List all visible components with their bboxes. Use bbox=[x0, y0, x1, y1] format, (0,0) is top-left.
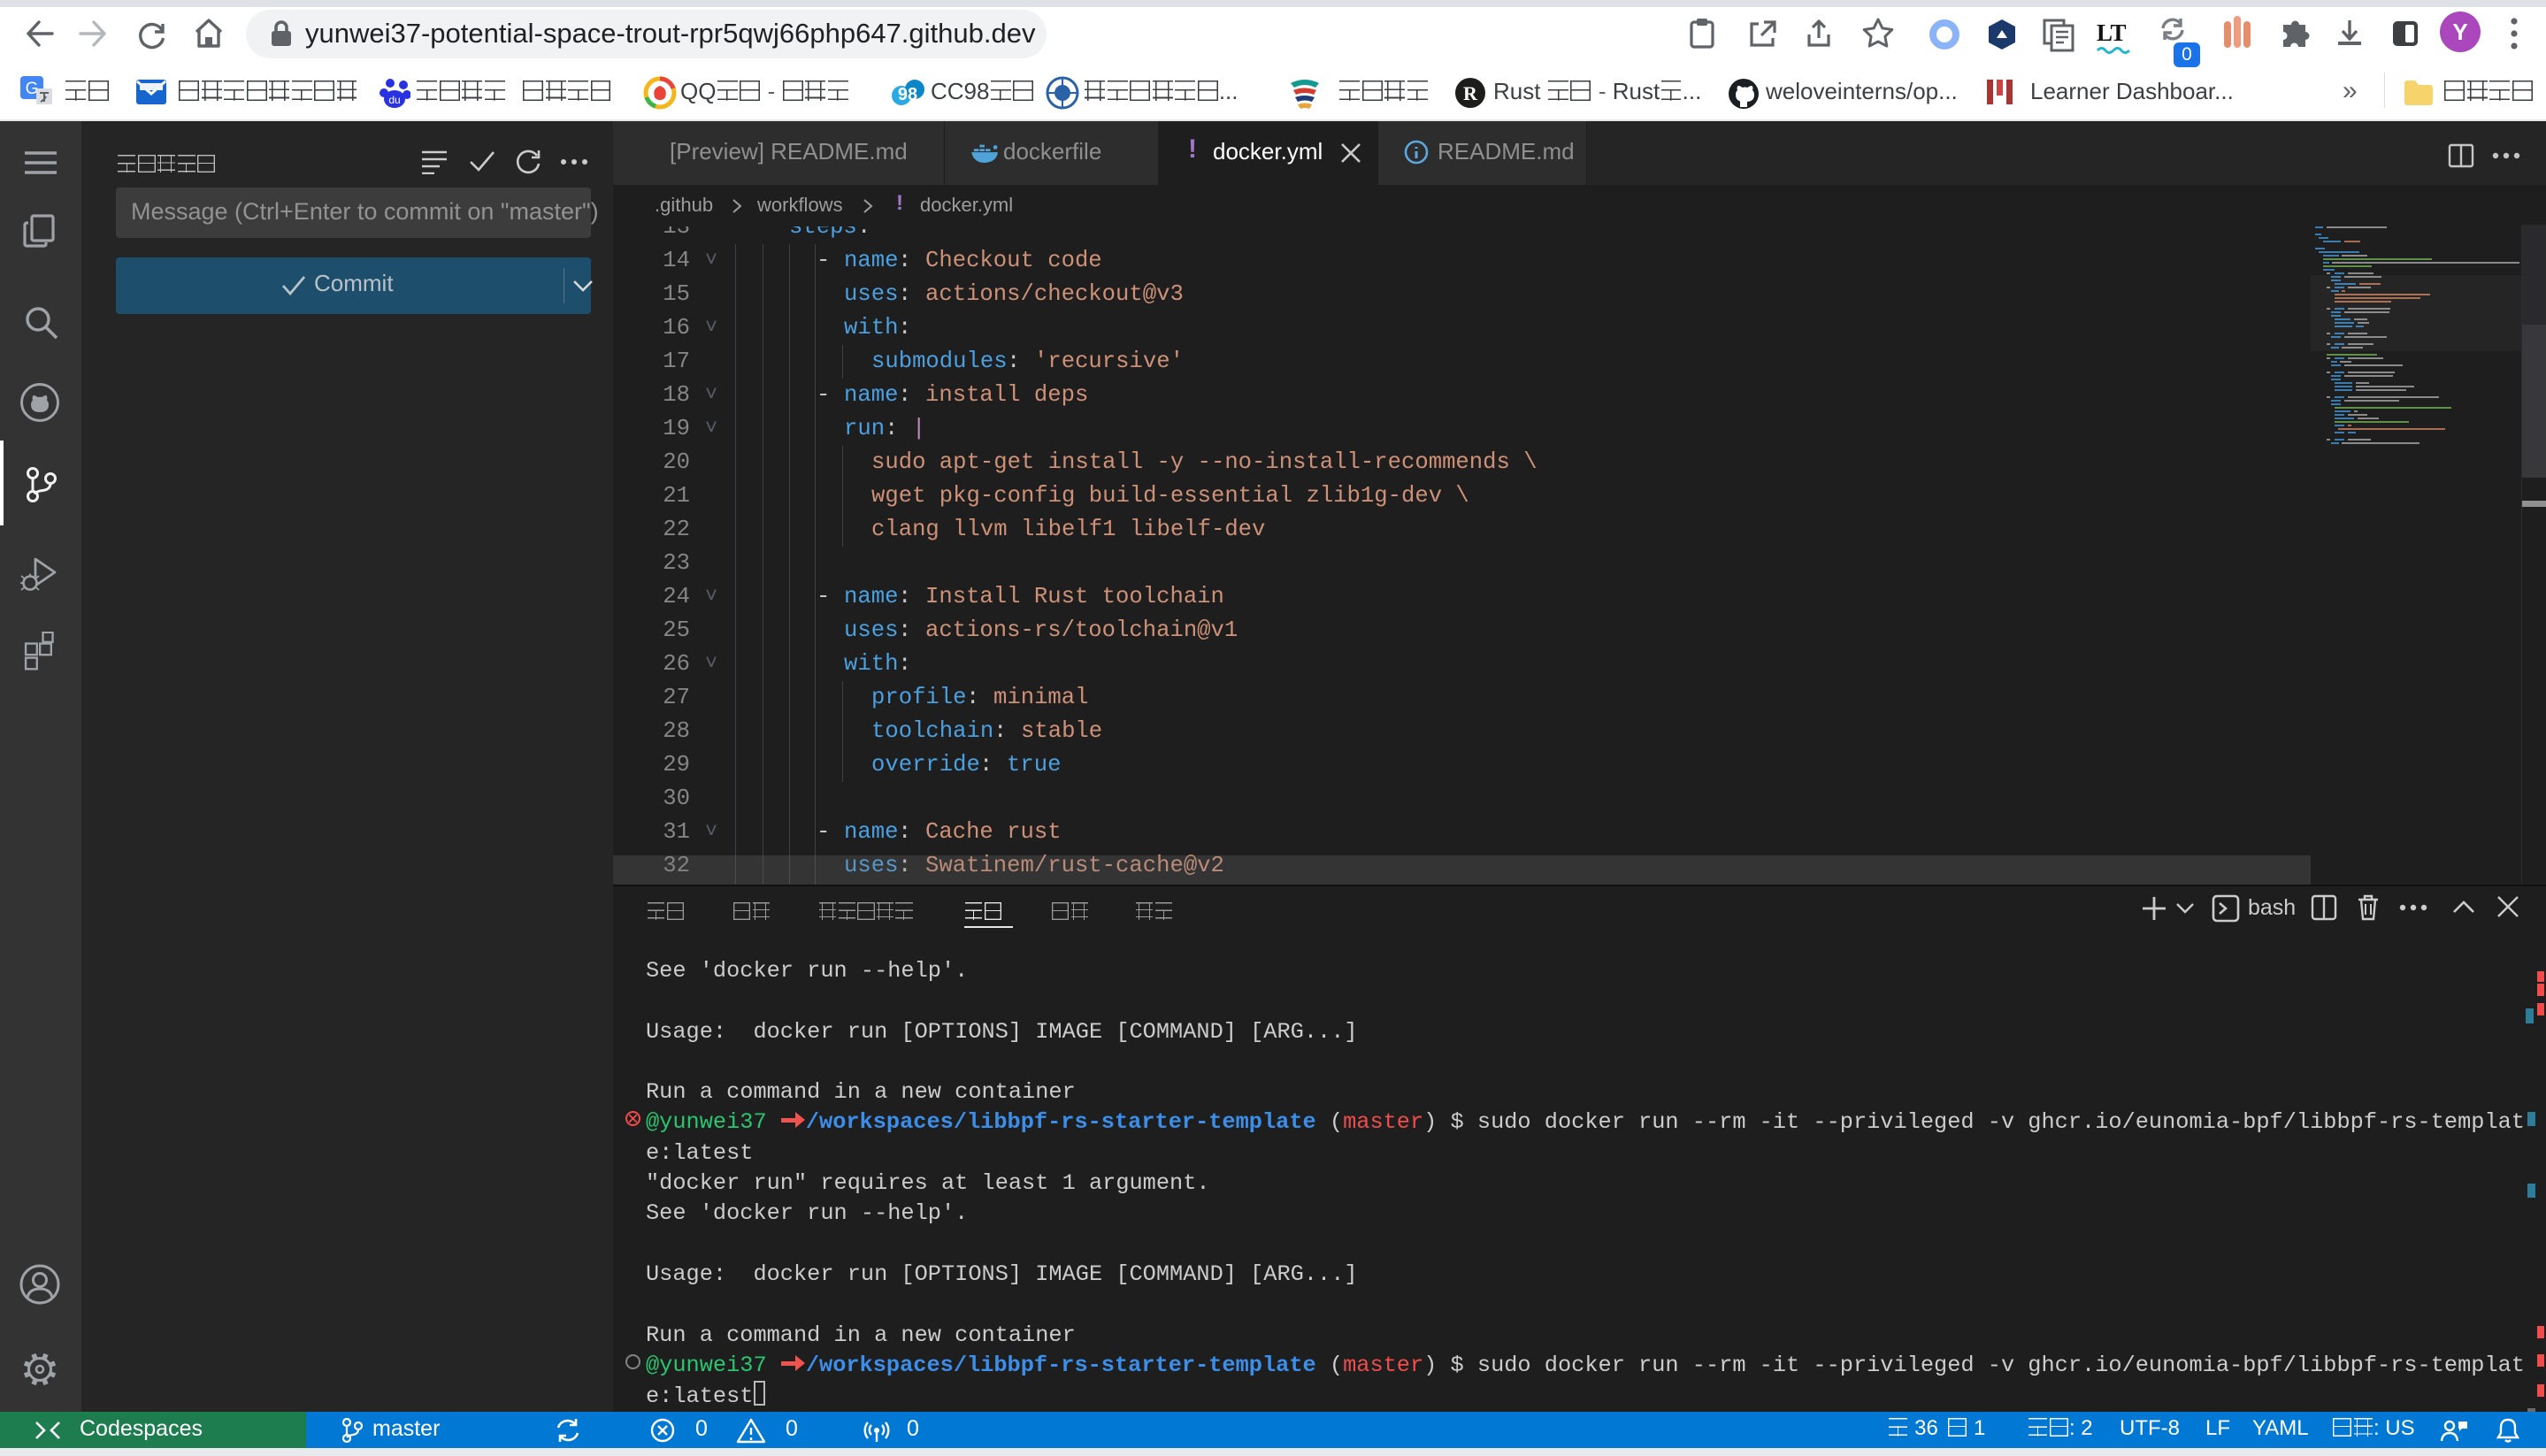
svg-text:du: du bbox=[388, 94, 400, 106]
svg-text:R: R bbox=[1463, 82, 1478, 104]
svg-text:98: 98 bbox=[898, 85, 917, 104]
